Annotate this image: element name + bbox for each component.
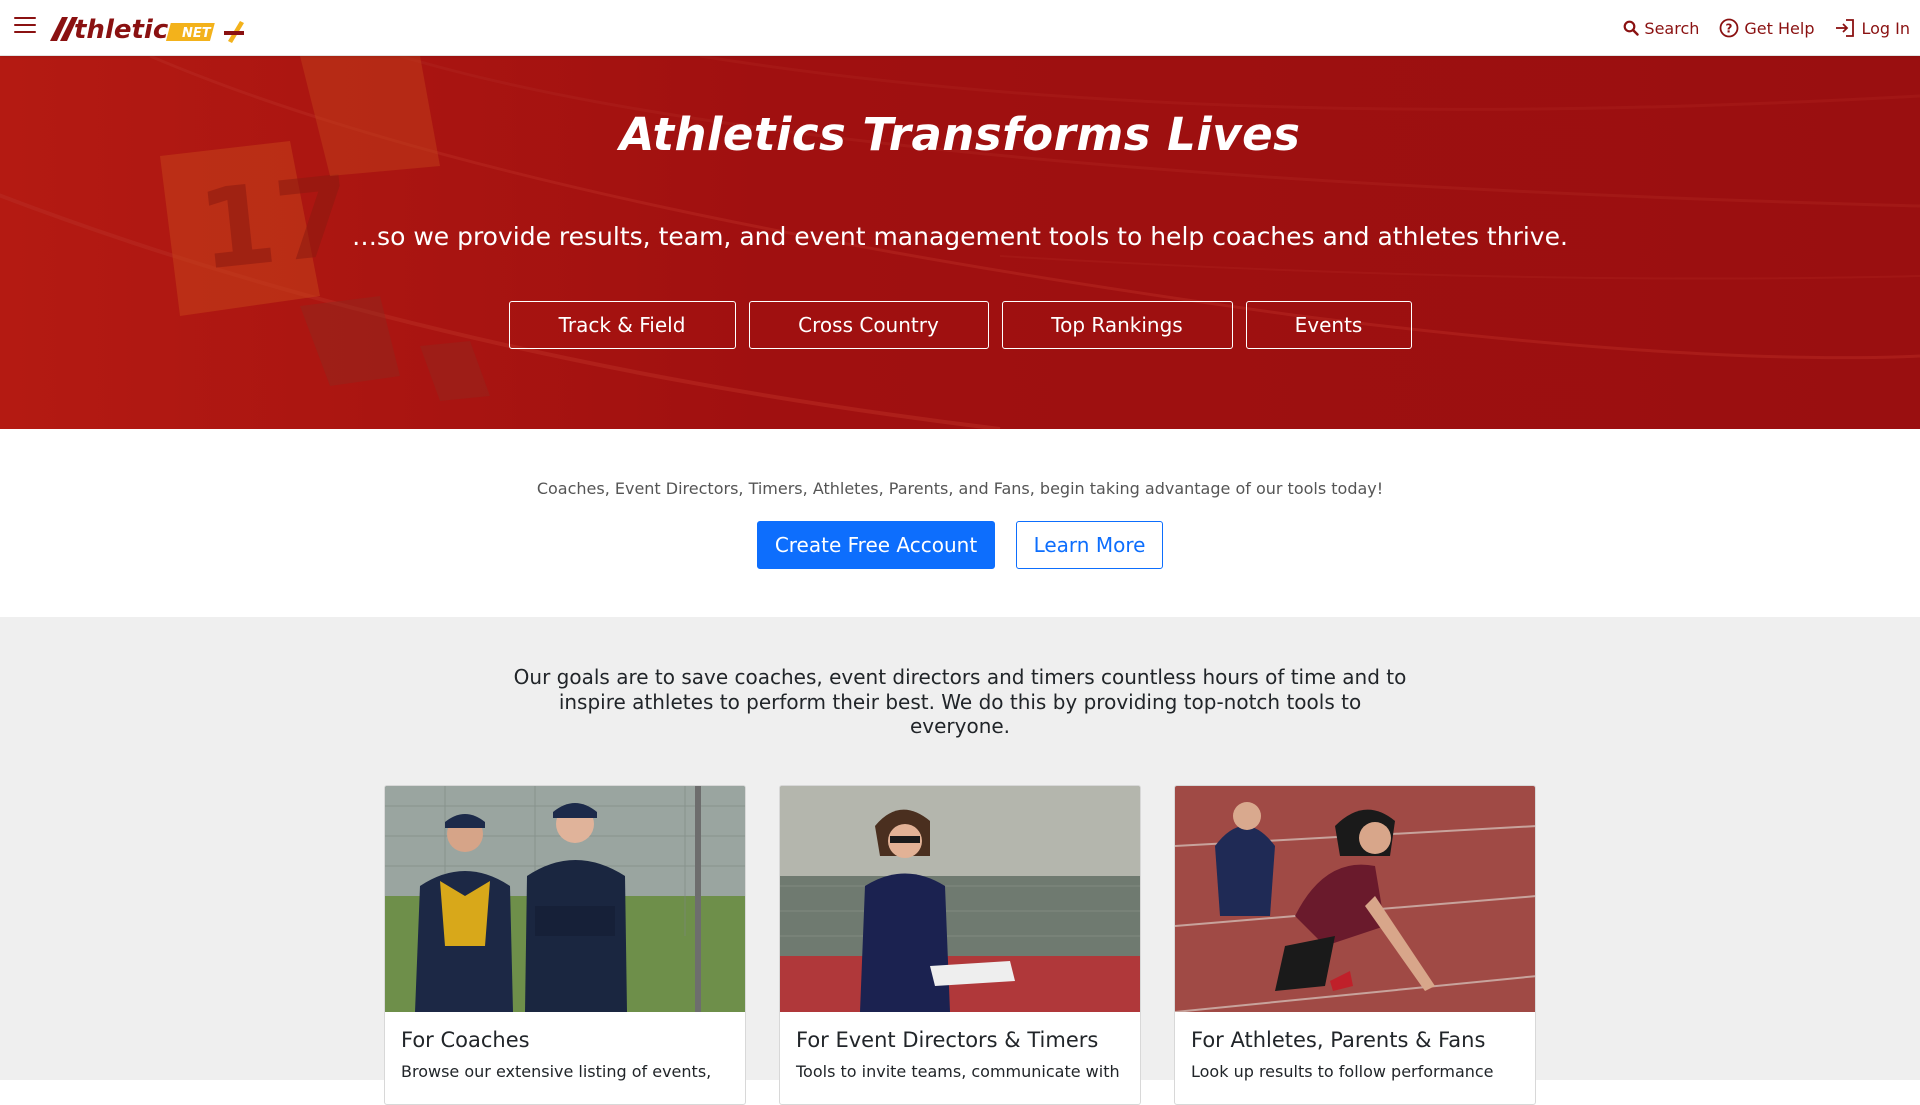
search-link-label: Search — [1644, 18, 1700, 38]
login-icon — [1836, 19, 1855, 37]
event-directors-photo — [780, 786, 1140, 1012]
signup-button-group: Create Free Account Learn More — [0, 521, 1920, 569]
learn-more-button[interactable]: Learn More — [1016, 521, 1163, 569]
event-directors-card-text: Tools to invite teams, communicate with — [796, 1062, 1120, 1081]
coaches-card[interactable]: For Coaches Browse our extensive listing… — [384, 785, 746, 1105]
goals-statement: Our goals are to save coaches, event dir… — [513, 665, 1407, 738]
hero-button-group: Track & Field Cross Country Top Rankings… — [0, 301, 1920, 349]
search-link[interactable]: Search — [1623, 19, 1699, 38]
coaches-card-text: Browse our extensive listing of events, — [401, 1062, 712, 1081]
hero-banner: 17 Athletics Transforms Lives …so we pro… — [0, 56, 1920, 429]
signup-section: Coaches, Event Directors, Timers, Athlet… — [0, 429, 1920, 617]
audience-cards: For Coaches Browse our extensive listing… — [384, 785, 1536, 1105]
log-in-link-label: Log In — [1861, 18, 1910, 38]
athletes-photo — [1175, 786, 1535, 1012]
coaches-card-title: For Coaches — [401, 1028, 530, 1052]
athletes-card[interactable]: For Athletes, Parents & Fans Look up res… — [1174, 785, 1536, 1105]
event-directors-card[interactable]: For Event Directors & Timers Tools to in… — [779, 785, 1141, 1105]
svg-text:?: ? — [1726, 22, 1733, 36]
get-help-link-label: Get Help — [1744, 18, 1815, 38]
athletes-card-title: For Athletes, Parents & Fans — [1191, 1028, 1486, 1052]
get-help-link[interactable]: ? Get Help — [1719, 18, 1814, 38]
track-and-field-button[interactable]: Track & Field — [508, 301, 736, 349]
svg-text:thletic: thletic — [74, 15, 169, 45]
event-directors-card-title: For Event Directors & Timers — [796, 1028, 1099, 1052]
log-in-link[interactable]: Log In — [1834, 18, 1910, 38]
signup-invitation-text: Coaches, Event Directors, Timers, Athlet… — [536, 479, 1384, 498]
logo-net-text: NET — [182, 26, 212, 41]
search-icon — [1624, 20, 1640, 36]
hero-subtitle: …so we provide results, team, and event … — [352, 222, 1568, 251]
athleticnet-logo[interactable]: thletic NET — [48, 11, 248, 45]
events-button[interactable]: Events — [1245, 301, 1412, 349]
cross-country-button[interactable]: Cross Country — [748, 301, 989, 349]
top-navbar: thletic NET Search ? Get Help Log In — [0, 0, 1920, 56]
nav-links: Search ? Get Help Log In — [1623, 0, 1910, 56]
goals-section: Our goals are to save coaches, event dir… — [0, 617, 1920, 1105]
help-circle-icon: ? — [1719, 18, 1739, 38]
athletes-card-text: Look up results to follow performance — [1191, 1062, 1494, 1081]
hero-title: Athletics Transforms Lives — [619, 108, 1301, 161]
top-rankings-button[interactable]: Top Rankings — [1001, 301, 1233, 349]
menu-icon[interactable] — [14, 17, 36, 37]
coaches-photo — [385, 786, 745, 1012]
create-free-account-button[interactable]: Create Free Account — [757, 521, 995, 569]
